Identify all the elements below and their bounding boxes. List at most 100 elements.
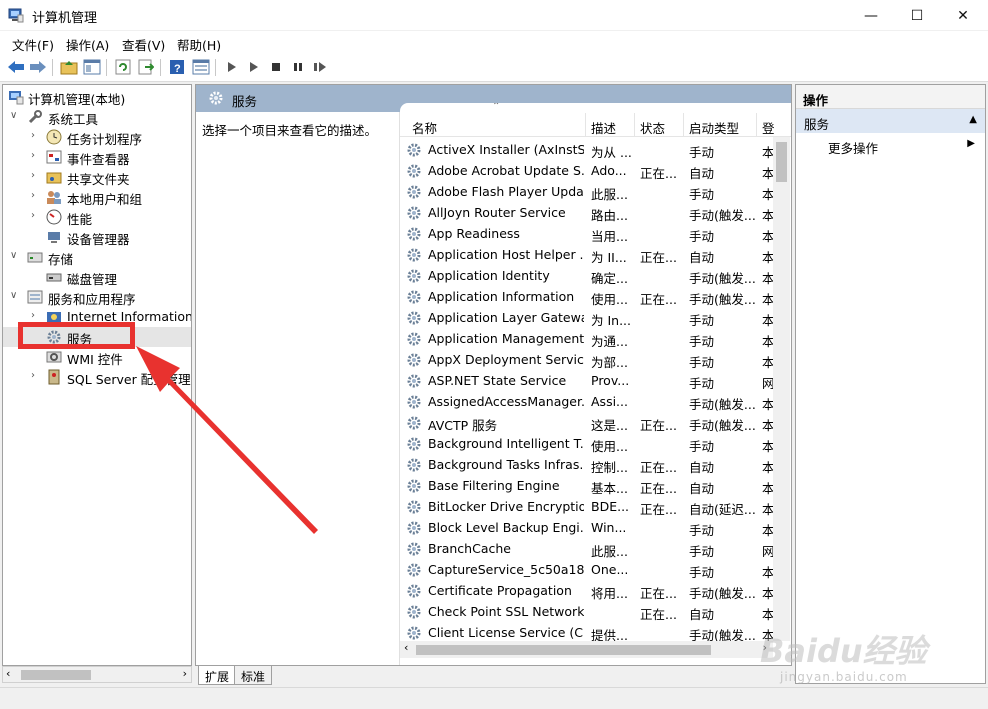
table-row[interactable]: Client License Service (Cli...提供...手动(触发… xyxy=(400,622,791,643)
service-description: Win... xyxy=(591,520,627,535)
submenu-arrow-icon[interactable]: ▶ xyxy=(967,138,975,149)
column-startup-type[interactable]: 启动类型 xyxy=(689,118,759,137)
chevron-right-icon[interactable]: › xyxy=(31,370,41,381)
table-row[interactable]: ASP.NET State Service Prov... 手动网 xyxy=(400,370,791,391)
table-row[interactable]: Application Management 为通... 手动本 xyxy=(400,328,791,349)
menu-file[interactable]: 文件(F) xyxy=(12,35,54,54)
table-row[interactable]: Adobe Flash Player Upda... 此服... 手动本 xyxy=(400,181,791,202)
refresh-icon[interactable] xyxy=(113,57,133,77)
service-name: Background Intelligent T... xyxy=(428,436,584,451)
table-row[interactable]: BranchCache 此服... 手动网 xyxy=(400,538,791,559)
list-vertical-scrollbar[interactable] xyxy=(773,137,790,641)
storage-icon xyxy=(27,252,43,263)
table-row[interactable]: Application Host Helper ... 为 II... 正在... 自… xyxy=(400,244,791,265)
column-status[interactable]: 状态 xyxy=(640,118,680,137)
tree-item-local-users[interactable]: › 本地用户和组 xyxy=(3,187,191,207)
tree-item-system-tools[interactable]: ∨ 系统工具 xyxy=(3,107,191,127)
table-row[interactable]: Application Layer Gatewa... 为 In... 手动本 xyxy=(400,307,791,328)
tree-item-sql-server[interactable]: › SQL Server 配置管理器 xyxy=(3,367,191,387)
column-logon[interactable]: 登 xyxy=(762,118,774,137)
tab-extended[interactable]: 扩展 xyxy=(198,666,237,685)
tab-standard[interactable]: 标准 xyxy=(234,666,273,685)
stop-service-icon[interactable] xyxy=(266,57,286,77)
restart-service-icon[interactable] xyxy=(310,57,330,77)
forward-icon[interactable] xyxy=(28,57,48,77)
scroll-left-icon[interactable]: ‹ xyxy=(404,641,408,654)
tree-item-disk-management[interactable]: 磁盘管理 xyxy=(3,267,191,287)
properties-icon[interactable] xyxy=(191,57,211,77)
chevron-right-icon[interactable]: › xyxy=(31,310,41,321)
up-folder-icon[interactable] xyxy=(59,57,79,77)
maximize-button[interactable]: ☐ xyxy=(894,0,940,31)
table-row[interactable]: Base Filtering Engine 基本... 正在... 自动本 xyxy=(400,475,791,496)
watermark-logo: Baidu经验 xyxy=(760,632,927,670)
chevron-right-icon[interactable]: › xyxy=(31,130,41,141)
scrollbar-thumb[interactable] xyxy=(21,670,91,680)
tree-item-task-scheduler[interactable]: › 任务计划程序 xyxy=(3,127,191,147)
description-text: 选择一个项目来查看它的描述。 xyxy=(202,123,378,138)
tree-item-shared-folders[interactable]: › 共享文件夹 xyxy=(3,167,191,187)
show-hide-tree-icon[interactable] xyxy=(82,57,102,77)
chevron-down-icon[interactable]: ∨ xyxy=(10,290,20,301)
gear-icon xyxy=(407,269,421,283)
scroll-right-icon[interactable]: › xyxy=(183,667,187,680)
close-button[interactable]: ✕ xyxy=(940,0,986,31)
table-row[interactable]: Block Level Backup Engi... Win... 手动本 xyxy=(400,517,791,538)
service-status: 正在... xyxy=(640,586,677,601)
chevron-down-icon[interactable]: ∨ xyxy=(10,110,20,121)
minimize-button[interactable]: — xyxy=(848,0,894,31)
scrollbar-thumb[interactable] xyxy=(776,142,787,182)
table-row[interactable]: CaptureService_5c50a18 One... 手动本 xyxy=(400,559,791,580)
table-row[interactable]: Check Point SSL Network... 正在... 自动本 xyxy=(400,601,791,622)
column-description[interactable]: 描述 xyxy=(591,118,631,137)
tree-item-storage[interactable]: ∨ 存储 xyxy=(3,247,191,267)
table-row[interactable]: AppX Deployment Servic... 为部... 手动本 xyxy=(400,349,791,370)
pause-service-icon[interactable] xyxy=(288,57,308,77)
table-row[interactable]: Background Intelligent T... 使用... 手动本 xyxy=(400,433,791,454)
chevron-down-icon[interactable]: ∨ xyxy=(10,250,20,261)
tree-item-performance[interactable]: › 性能 xyxy=(3,207,191,227)
tree-item-services-and-apps[interactable]: ∨ 服务和应用程序 xyxy=(3,287,191,307)
back-icon[interactable] xyxy=(6,57,26,77)
table-row[interactable]: AVCTP 服务 这是... 正在... 手动(触发... 本 xyxy=(400,412,791,433)
table-row[interactable]: ActiveX Installer (AxInstSV) 为从 ... 手动本 xyxy=(400,139,791,160)
table-row[interactable]: AssignedAccessManager... Assi... 手动(触发... 本 xyxy=(400,391,791,412)
list-horizontal-scrollbar[interactable]: ‹ › xyxy=(400,641,773,658)
chevron-right-icon[interactable]: › xyxy=(31,170,41,181)
chevron-right-icon[interactable]: › xyxy=(31,150,41,161)
column-name[interactable]: 名称 xyxy=(412,118,582,137)
tree-item-wmi[interactable]: WMI 控件 xyxy=(3,347,191,367)
menu-action[interactable]: 操作(A) xyxy=(66,35,109,54)
table-row[interactable]: Application Identity 确定... 手动(触发... 本 xyxy=(400,265,791,286)
tree-item-device-manager[interactable]: 设备管理器 xyxy=(3,227,191,247)
table-row[interactable]: BitLocker Drive Encryptio... BDE... 正在... 自… xyxy=(400,496,791,517)
chevron-right-icon[interactable]: › xyxy=(31,210,41,221)
table-row[interactable]: Certificate Propagation 将用... 正在... 手动(触发..… xyxy=(400,580,791,601)
scrollbar-thumb[interactable] xyxy=(416,645,711,655)
export-list-icon[interactable] xyxy=(136,57,156,77)
panel-title: 服务 xyxy=(232,94,258,109)
start-with-params-icon[interactable] xyxy=(244,57,264,77)
start-service-icon[interactable] xyxy=(222,57,242,77)
service-name: Check Point SSL Network... xyxy=(428,604,584,619)
more-actions-link[interactable]: 更多操作 xyxy=(828,138,878,157)
table-row[interactable]: Adobe Acrobat Update S... Ado... 正在... 自动本 xyxy=(400,160,791,181)
actions-section-services[interactable]: 服务 ▲ xyxy=(796,109,985,133)
tree-item-label: 设备管理器 xyxy=(67,232,130,247)
table-row[interactable]: App Readiness 当用... 手动本 xyxy=(400,223,791,244)
table-row[interactable]: AllJoyn Router Service 路由... 手动(触发... 本 xyxy=(400,202,791,223)
chevron-right-icon[interactable]: › xyxy=(31,190,41,201)
service-status: 正在... xyxy=(640,292,677,307)
tree-root[interactable]: 计算机管理(本地) xyxy=(3,87,191,107)
tree-item-label: SQL Server 配置管理器 xyxy=(67,372,192,387)
menu-help[interactable]: 帮助(H) xyxy=(177,35,221,54)
service-startup-type: 手动(触发... xyxy=(689,271,755,286)
help-icon[interactable]: ? xyxy=(167,57,187,77)
collapse-icon[interactable]: ▲ xyxy=(969,114,977,125)
table-row[interactable]: Application Information 使用... 正在... 手动(触发..… xyxy=(400,286,791,307)
table-row[interactable]: Background Tasks Infras... 控制... 正在... 自动本 xyxy=(400,454,791,475)
tree-item-event-viewer[interactable]: › 事件查看器 xyxy=(3,147,191,167)
menu-view[interactable]: 查看(V) xyxy=(122,35,165,54)
tree-horizontal-scrollbar[interactable]: ‹ › xyxy=(2,666,192,683)
scroll-left-icon[interactable]: ‹ xyxy=(6,667,10,680)
